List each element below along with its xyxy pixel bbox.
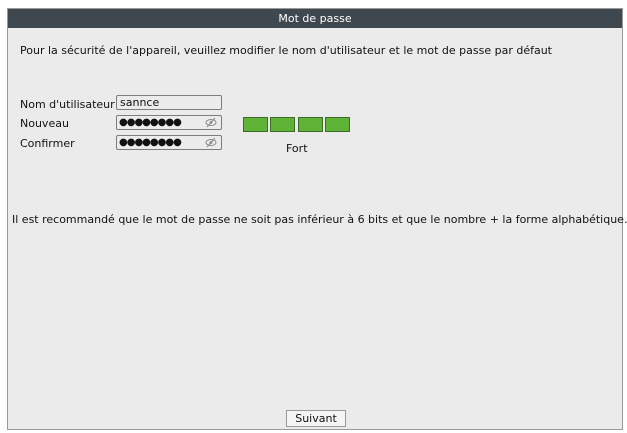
eye-off-icon[interactable] [205,117,217,128]
recommendation-text: Il est recommandé que le mot de passe ne… [12,213,627,226]
username-value: sannce [120,96,160,109]
next-button[interactable]: Suivant [286,410,346,427]
confirm-password-field[interactable]: ●●●●●●●● [116,135,222,150]
strength-segment [243,117,268,132]
confirm-password-label: Confirmer [20,137,75,150]
new-password-value: ●●●●●●●● [119,117,182,128]
strength-segment [325,117,350,132]
strength-label: Fort [286,142,308,155]
new-password-field[interactable]: ●●●●●●●● [116,115,222,130]
confirm-password-value: ●●●●●●●● [119,137,182,148]
username-label: Nom d'utilisateur [20,98,115,111]
password-dialog: Mot de passe Pour la sécurité de l'appar… [7,8,627,430]
username-field[interactable]: sannce [116,95,222,110]
dialog-title: Mot de passe [8,9,622,28]
strength-segment [298,117,323,132]
strength-segment [270,117,295,132]
new-password-label: Nouveau [20,117,69,130]
intro-text: Pour la sécurité de l'appareil, veuillez… [20,44,552,57]
eye-off-icon[interactable] [205,137,217,148]
